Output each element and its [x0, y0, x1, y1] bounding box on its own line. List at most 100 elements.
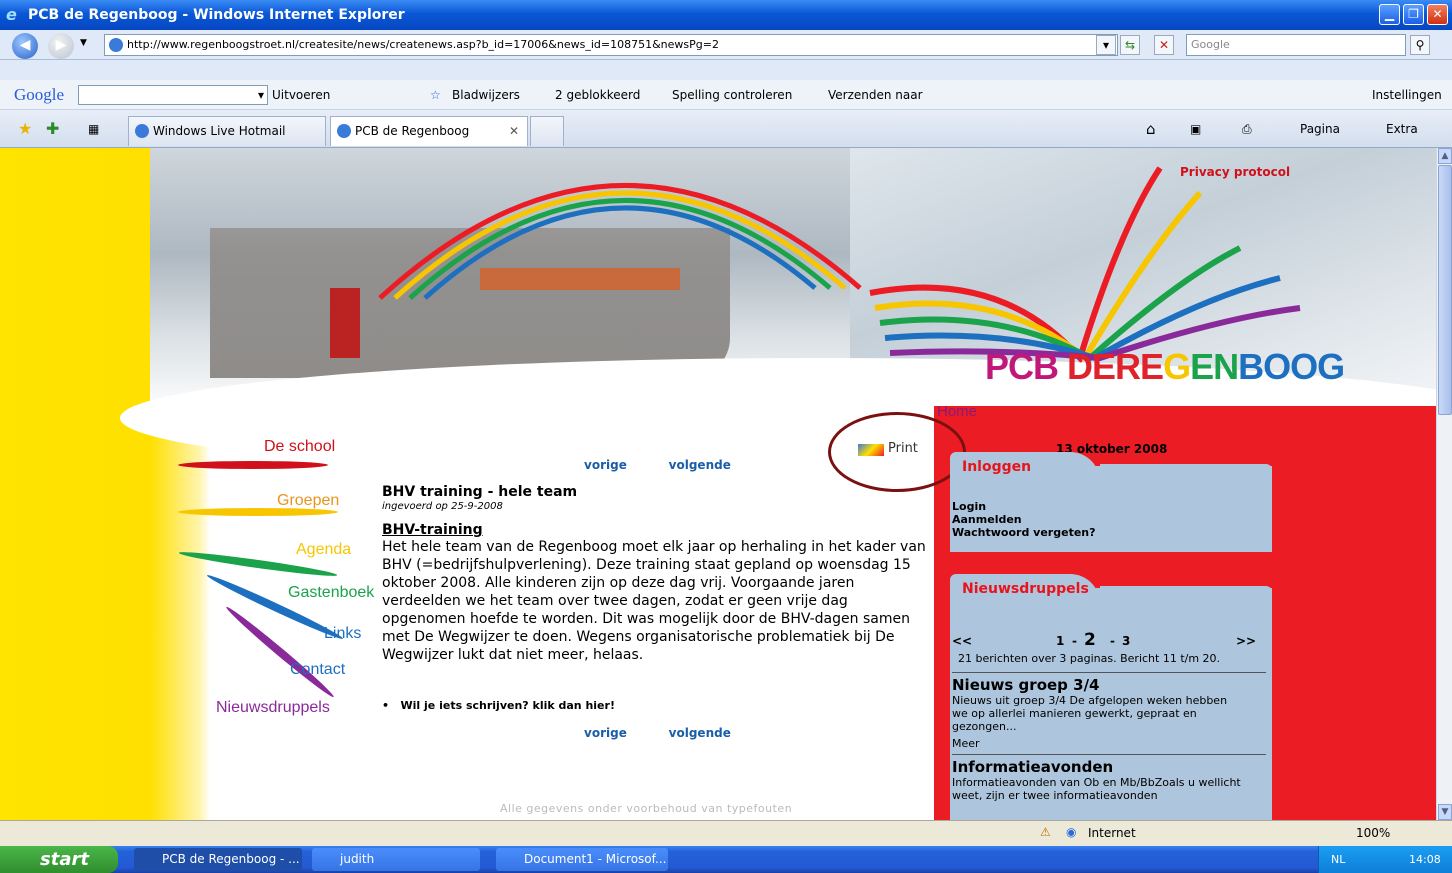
- privacy-link[interactable]: Privacy protocol: [1180, 165, 1290, 179]
- status-bar: ⚠ ◉ Internet 100%: [0, 820, 1452, 846]
- logo-g: G: [1163, 346, 1191, 387]
- news-item-title[interactable]: Nieuws groep 3/4: [952, 676, 1242, 694]
- forward-button[interactable]: ▶: [48, 33, 74, 59]
- ie-logo-icon: e: [6, 5, 17, 24]
- pager-bottom: vorige volgende: [584, 726, 731, 740]
- spellcheck-button[interactable]: Spelling controleren: [672, 80, 792, 110]
- refresh-button[interactable]: ⇆: [1120, 35, 1140, 55]
- google-dropdown-icon[interactable]: ▾: [258, 80, 264, 110]
- address-input[interactable]: http://www.regenboogstroet.nl/createsite…: [104, 34, 1118, 56]
- logo-re: RE: [1115, 346, 1164, 387]
- logo-boog: BOOG: [1238, 346, 1345, 387]
- header-strip: [1100, 586, 1272, 604]
- register-link[interactable]: Aanmelden: [952, 513, 1270, 526]
- news-item: Informatieavonden Informatieavonden van …: [952, 758, 1242, 802]
- scroll-up-arrow-icon[interactable]: ▲: [1438, 148, 1452, 164]
- bookmarks-button[interactable]: Bladwijzers: [452, 80, 520, 110]
- forgot-password-link[interactable]: Wachtwoord vergeten?: [952, 526, 1270, 539]
- news-item-title[interactable]: Informatieavonden: [952, 758, 1242, 776]
- stop-button[interactable]: ✕: [1154, 35, 1174, 55]
- nav-gastenboek[interactable]: Gastenboek: [288, 584, 374, 602]
- prev-link[interactable]: vorige: [584, 458, 627, 472]
- task-folder[interactable]: judith: [312, 848, 480, 871]
- nav-de-school[interactable]: De school: [264, 438, 335, 456]
- task-word[interactable]: Document1 - Microsof...: [496, 848, 668, 871]
- article-date: ingevoerd op 25-9-2008: [382, 501, 503, 512]
- home-link[interactable]: Home: [937, 403, 977, 420]
- login-box: Inloggen Login Aanmelden Wachtwoord verg…: [950, 452, 1272, 552]
- page-1-link[interactable]: 1: [1056, 634, 1064, 648]
- vertical-scrollbar[interactable]: ▲ ▼: [1436, 148, 1452, 820]
- task-ie[interactable]: PCB de Regenboog - ...: [134, 848, 302, 871]
- search-input[interactable]: Google: [1186, 34, 1406, 56]
- page-3-link[interactable]: 3: [1122, 634, 1130, 648]
- highlight-circle: [828, 412, 966, 492]
- write-link[interactable]: • Wil je iets schrijven? klik dan hier!: [382, 699, 615, 712]
- tab-label: PCB de Regenboog: [355, 124, 470, 138]
- news-item: Nieuws groep 3/4 Nieuws uit groep 3/4 De…: [952, 676, 1242, 750]
- next-link[interactable]: volgende: [669, 726, 731, 740]
- write-link-label: Wil je iets schrijven? klik dan hier!: [400, 699, 615, 712]
- close-button[interactable]: ✕: [1427, 4, 1448, 25]
- news-summary: 21 berichten over 3 paginas. Bericht 11 …: [958, 652, 1221, 665]
- toolbar-spacer: [0, 60, 1452, 80]
- nav-contact[interactable]: Contact: [290, 661, 345, 679]
- article-body: Het hele team van de Regenboog moet elk …: [382, 539, 926, 663]
- first-page-link[interactable]: <<: [952, 634, 972, 648]
- pager-top: vorige volgende: [584, 458, 731, 472]
- article-title: BHV training - hele team: [382, 484, 578, 500]
- scroll-down-arrow-icon[interactable]: ▼: [1438, 804, 1452, 820]
- minimize-button[interactable]: ▁: [1379, 4, 1400, 25]
- tab-regenboog[interactable]: PCB de Regenboog ✕: [330, 116, 528, 146]
- news-more-link[interactable]: Meer: [952, 737, 1242, 750]
- history-dropdown-icon[interactable]: ▼: [80, 38, 87, 48]
- back-button[interactable]: ◀: [12, 33, 38, 59]
- google-search-input[interactable]: [78, 85, 268, 105]
- prev-link[interactable]: vorige: [584, 726, 627, 740]
- quick-tabs-icon[interactable]: ▦: [88, 110, 99, 148]
- system-tray: NL 14:08: [1318, 846, 1452, 873]
- login-link[interactable]: Login: [952, 500, 1270, 513]
- nav-swoosh: [178, 461, 328, 469]
- send-to-button[interactable]: Verzenden naar: [828, 80, 923, 110]
- tab-label: Windows Live Hotmail: [153, 124, 286, 138]
- nav-groepen[interactable]: Groepen: [277, 492, 339, 510]
- page-menu-button[interactable]: Pagina: [1300, 110, 1340, 148]
- nav-links[interactable]: Links: [324, 625, 361, 643]
- divider: [952, 754, 1266, 755]
- next-link[interactable]: volgende: [669, 458, 731, 472]
- restore-button[interactable]: ❐: [1403, 4, 1424, 25]
- zoom-control[interactable]: 100%: [1356, 826, 1390, 840]
- page-icon: [109, 38, 123, 52]
- nav-nieuwsdruppels[interactable]: Nieuwsdruppels: [216, 699, 330, 717]
- star-icon[interactable]: ☆: [430, 80, 441, 110]
- settings-button[interactable]: Instellingen: [1372, 80, 1442, 110]
- add-favorite-icon[interactable]: ✚: [46, 110, 59, 148]
- news-header: Nieuwsdruppels: [950, 574, 1272, 604]
- language-indicator[interactable]: NL: [1331, 846, 1345, 873]
- home-icon[interactable]: ⌂: [1146, 110, 1156, 148]
- search-button[interactable]: ⚲: [1410, 35, 1430, 55]
- close-tab-icon[interactable]: ✕: [509, 117, 519, 145]
- print-icon[interactable]: ⎙: [1242, 110, 1252, 148]
- favorites-star-icon[interactable]: ★: [18, 110, 32, 148]
- blocked-popups-button[interactable]: 2 geblokkeerd: [555, 80, 640, 110]
- tab-hotmail[interactable]: Windows Live Hotmail: [128, 116, 326, 146]
- run-button[interactable]: Uitvoeren: [272, 80, 330, 110]
- news-item-text: Informatieavonden van Ob en Mb/BbZoals u…: [952, 776, 1241, 802]
- extra-menu-button[interactable]: Extra: [1386, 110, 1418, 148]
- last-page-link[interactable]: >>: [1236, 634, 1256, 648]
- feeds-icon[interactable]: ▣: [1190, 110, 1201, 148]
- task-label: judith: [340, 852, 375, 866]
- news-title: Nieuwsdruppels: [950, 574, 1100, 604]
- scroll-thumb[interactable]: [1438, 165, 1452, 415]
- start-button[interactable]: start: [0, 846, 118, 873]
- protected-mode-icon: ⚠: [1040, 825, 1051, 839]
- google-brand[interactable]: Google: [14, 80, 64, 110]
- login-links: Login Aanmelden Wachtwoord vergeten?: [950, 496, 1272, 543]
- header-strip: [1100, 464, 1272, 482]
- nav-agenda[interactable]: Agenda: [296, 541, 351, 559]
- address-dropdown-button[interactable]: ▾: [1096, 35, 1116, 55]
- new-tab-button[interactable]: [530, 116, 564, 146]
- logo-pcb: PCB: [985, 346, 1059, 387]
